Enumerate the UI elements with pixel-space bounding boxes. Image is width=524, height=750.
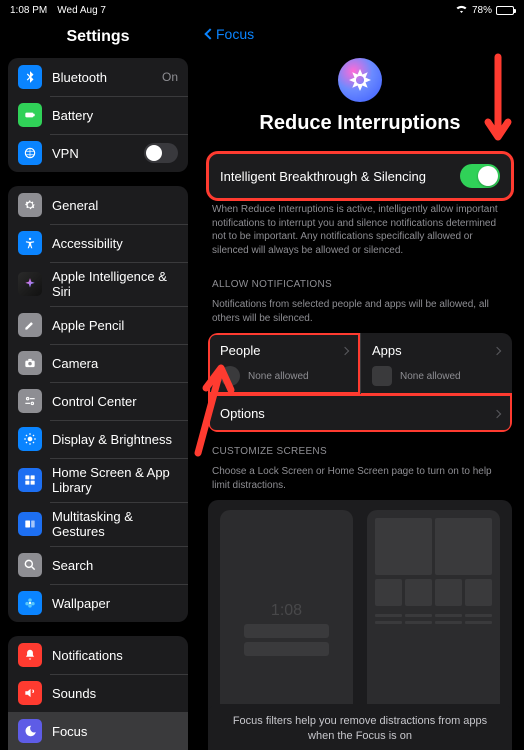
sidebar-item-label: Apple Intelligence & Siri xyxy=(52,269,178,299)
sidebar-item-label: Multitasking & Gestures xyxy=(52,509,178,539)
rects-icon xyxy=(18,512,42,536)
sidebar-item-label: Search xyxy=(52,558,178,573)
mock-time: 1:08 xyxy=(271,602,302,620)
page-title: Reduce Interruptions xyxy=(196,112,524,135)
sidebar-item-label: VPN xyxy=(52,146,134,161)
sun-icon xyxy=(18,427,42,451)
sidebar-item-apple-pencil[interactable]: Apple Pencil xyxy=(8,306,188,344)
focus-detail-pane[interactable]: Focus Reduce Interruptions Intelligent B… xyxy=(196,20,524,750)
camera-icon xyxy=(18,351,42,375)
sidebar-item-label: Sounds xyxy=(52,686,178,701)
sparkle-icon xyxy=(18,272,42,296)
sidebar-item-label: Battery xyxy=(52,108,178,123)
sidebar-item-label: Control Center xyxy=(52,394,178,409)
sidebar-item-label: Focus xyxy=(52,724,178,739)
sidebar-item-accessibility[interactable]: Accessibility xyxy=(8,224,188,262)
sidebar-item-bluetooth[interactable]: Bluetooth On xyxy=(8,58,188,96)
vpn-toggle[interactable] xyxy=(144,143,178,163)
sidebar-item-camera[interactable]: Camera xyxy=(8,344,188,382)
sidebar-item-label: Apple Pencil xyxy=(52,318,178,333)
sidebar-item-home-screen-app-library[interactable]: Home Screen & App Library xyxy=(8,458,188,502)
switches-icon xyxy=(18,389,42,413)
sidebar-item-control-center[interactable]: Control Center xyxy=(8,382,188,420)
accessibility-icon xyxy=(18,231,42,255)
moon-icon xyxy=(18,719,42,743)
battery-icon xyxy=(496,6,514,15)
grid-icon xyxy=(18,468,42,492)
sidebar-item-general[interactable]: General xyxy=(8,186,188,224)
chevron-right-icon xyxy=(493,346,501,354)
people-label: People xyxy=(220,343,260,358)
options-label: Options xyxy=(220,406,265,421)
speaker-icon xyxy=(18,681,42,705)
sidebar-item-sounds[interactable]: Sounds xyxy=(8,674,188,712)
allow-notifications-sub: Notifications from selected people and a… xyxy=(208,294,512,333)
bell-icon xyxy=(18,643,42,667)
options-row[interactable]: Options xyxy=(208,394,512,432)
allow-notifications-header: ALLOW NOTIFICATIONS xyxy=(208,265,512,294)
person-avatar-placeholder xyxy=(220,366,240,386)
apps-cell[interactable]: Apps None allowed xyxy=(360,333,512,394)
intelligent-breakthrough-card: Intelligent Breakthrough & Silencing xyxy=(208,153,512,199)
toggle-label: Intelligent Breakthrough & Silencing xyxy=(220,169,426,184)
toggle-description: When Reduce Interruptions is active, int… xyxy=(208,199,512,265)
customize-screens-header: CUSTOMIZE SCREENS xyxy=(208,432,512,461)
sidebar-item-label: Accessibility xyxy=(52,236,178,251)
sidebar-item-multitasking-gestures[interactable]: Multitasking & Gestures xyxy=(8,502,188,546)
sidebar-item-display-brightness[interactable]: Display & Brightness xyxy=(8,420,188,458)
pencil-icon xyxy=(18,313,42,337)
back-label: Focus xyxy=(216,26,254,42)
apps-none: None allowed xyxy=(400,371,461,382)
intelligent-breakthrough-toggle[interactable] xyxy=(460,164,500,188)
sidebar-item-label: Home Screen & App Library xyxy=(52,465,178,495)
sidebar-item-battery[interactable]: Battery xyxy=(8,96,188,134)
battery-icon xyxy=(18,103,42,127)
sidebar-item-notifications[interactable]: Notifications xyxy=(8,636,188,674)
sidebar-item-label: General xyxy=(52,198,178,213)
sidebar-item-label: Notifications xyxy=(52,648,178,663)
vpn-icon xyxy=(18,141,42,165)
status-bar: 1:08 PM Wed Aug 7 78% xyxy=(0,0,524,20)
chevron-left-icon xyxy=(204,28,215,39)
sidebar-item-label: Bluetooth xyxy=(52,70,152,85)
sidebar-item-search[interactable]: Search xyxy=(8,546,188,584)
sidebar-item-vpn[interactable]: VPN xyxy=(8,134,188,172)
wifi-icon xyxy=(455,4,468,17)
apps-label: Apps xyxy=(372,343,402,358)
chevron-right-icon xyxy=(341,346,349,354)
chevron-right-icon xyxy=(493,409,501,417)
gear-icon xyxy=(18,193,42,217)
flower-icon xyxy=(18,591,42,615)
reduce-interruptions-icon xyxy=(338,58,382,102)
people-none: None allowed xyxy=(248,371,309,382)
sidebar-item-focus[interactable]: Focus xyxy=(8,712,188,750)
sidebar-item-label: Wallpaper xyxy=(52,596,178,611)
settings-sidebar[interactable]: Settings Bluetooth On Battery VPN General Ac… xyxy=(0,20,196,750)
focus-filters-banner: Focus filters help you remove distractio… xyxy=(208,704,512,750)
back-button[interactable]: Focus xyxy=(206,26,254,42)
status-time: 1:08 PM xyxy=(10,5,47,16)
app-icon-placeholder xyxy=(372,366,392,386)
bluetooth-icon xyxy=(18,65,42,89)
sidebar-item-label: Camera xyxy=(52,356,178,371)
customize-screens-sub: Choose a Lock Screen or Home Screen page… xyxy=(208,461,512,500)
sidebar-item-wallpaper[interactable]: Wallpaper xyxy=(8,584,188,622)
sidebar-item-label: Display & Brightness xyxy=(52,432,178,447)
sidebar-item-apple-intelligence-siri[interactable]: Apple Intelligence & Siri xyxy=(8,262,188,306)
sidebar-item-trail: On xyxy=(162,70,178,84)
people-cell[interactable]: People None allowed xyxy=(208,333,360,394)
search-icon xyxy=(18,553,42,577)
status-date: Wed Aug 7 xyxy=(57,5,106,16)
battery-pct: 78% xyxy=(472,5,492,16)
sidebar-title: Settings xyxy=(8,20,188,58)
